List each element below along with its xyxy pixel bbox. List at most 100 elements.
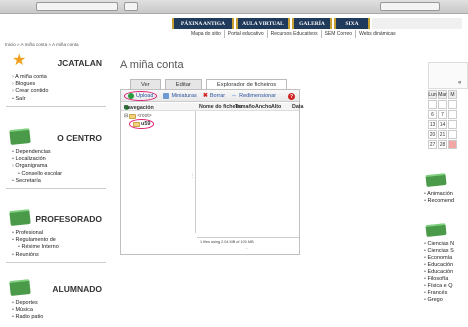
resize-label: Redimensionar	[239, 92, 277, 99]
thumbnails-button[interactable]: Miniaturas	[163, 92, 197, 99]
nav-paxina-antiga[interactable]: PÁXINA ANTIGA	[172, 18, 234, 29]
sidebar-item-account[interactable]: A miña conta	[12, 74, 106, 81]
calendar-day[interactable]: 28	[438, 140, 447, 149]
calendar-blank-cell	[448, 100, 457, 109]
help-icon[interactable]: ?	[288, 93, 295, 100]
calendar-day[interactable]: 27	[428, 140, 437, 149]
right-item[interactable]: Economía	[424, 255, 454, 262]
sidebar-item-radio[interactable]: Radio patio	[12, 314, 106, 321]
sidebar-item-regulamento-cont[interactable]: Réxime Interno	[18, 244, 106, 251]
top-bar-button[interactable]	[124, 2, 138, 11]
calendar-day[interactable]: 14	[438, 120, 447, 129]
upload-button[interactable]: Upload	[124, 90, 158, 101]
tree-folder-u59[interactable]: u59	[129, 119, 155, 129]
sidebar-item-secretaria[interactable]: Secretaría	[12, 178, 106, 185]
resize-handle[interactable]: ...	[245, 245, 248, 250]
sidebar-item-profesional[interactable]: Profesional	[12, 230, 106, 237]
navigation-pane: ⊟ <root> u59 ⋮	[121, 111, 196, 233]
top-bar	[0, 0, 468, 14]
col-height[interactable]: Alto	[271, 104, 281, 110]
calendar-blank-cell	[438, 100, 447, 109]
calendar: « Lun Mar M 6 7 13 14 20 21 27 28	[428, 62, 468, 162]
right-item[interactable]: Física e Q	[424, 283, 454, 290]
sidebar-box-alumnado: ALUMNADO Deportes Música Radio patio	[6, 278, 106, 322]
right-item[interactable]: Ciencias N	[424, 241, 454, 248]
calendar-prev[interactable]: «	[458, 80, 461, 86]
badge-icon	[9, 127, 31, 146]
sidebar-item-organigrama[interactable]: Organigrama	[12, 163, 106, 170]
sidebar-item-regulamento[interactable]: Regulamento de	[12, 237, 106, 244]
top-bar-field-right[interactable]	[380, 2, 440, 11]
box-title-profesorado: PROFESORADO	[35, 214, 102, 224]
sidebar-item-blogs[interactable]: Blogues	[12, 81, 106, 88]
delete-label: Borrar	[209, 92, 226, 99]
day-head: Lun	[428, 90, 437, 99]
star-icon: ★	[12, 52, 27, 69]
col-date[interactable]: Data	[292, 104, 303, 110]
day-head: M	[448, 90, 457, 99]
nav-aula-virtual[interactable]: AULA VIRTUAL	[236, 18, 290, 29]
box-title-alumnado: ALUMNADO	[52, 284, 102, 294]
delete-icon: ✖	[202, 93, 208, 99]
status-bar: 1 files using 2.04 MB of 100 MB ...	[197, 237, 299, 250]
sidebar-item-logout[interactable]: Saír	[12, 96, 106, 103]
col-width[interactable]: Ancho	[255, 104, 271, 110]
right-item[interactable]: Animación	[424, 191, 454, 198]
sidebar-item-musica[interactable]: Música	[12, 307, 106, 314]
nav-sixa[interactable]: SIXA	[334, 18, 370, 29]
calendar-day[interactable]	[448, 130, 457, 139]
sidebar-box-centro: O CENTRO Dependencias Localización Organ…	[6, 127, 106, 189]
right-item[interactable]: Filosofía	[424, 276, 454, 283]
calendar-day-today[interactable]	[448, 140, 457, 149]
resize-button[interactable]: ⇔ Redimensionar	[231, 93, 276, 99]
sidebar-item-reunions[interactable]: Reunións	[12, 252, 106, 259]
link-correo[interactable]: SEM Correo	[322, 30, 357, 38]
sidebar-item-dependencias[interactable]: Dependencias	[12, 149, 106, 156]
right-item[interactable]: Grego	[424, 297, 454, 304]
badge-icon	[425, 222, 447, 238]
sidebar-box-profesorado: PROFESORADO Profesional Regulamento de R…	[6, 208, 106, 263]
box-title-user: JCATALAN	[57, 58, 102, 68]
pane-resize-handle[interactable]: ⋮	[190, 173, 195, 179]
tab-editar[interactable]: Editar	[164, 79, 202, 89]
file-toolbar: Upload Miniaturas ✖ Borrar ⇔ Redimension…	[121, 90, 299, 102]
badge-icon	[9, 278, 31, 297]
link-webs[interactable]: Webs dinámicas	[356, 30, 399, 38]
tab-ver[interactable]: Ver	[130, 79, 161, 89]
thumbnails-icon	[163, 92, 170, 99]
right-item[interactable]: Recomend	[424, 198, 454, 205]
calendar-day[interactable]: 21	[438, 130, 447, 139]
calendar-day[interactable]: 7	[438, 110, 447, 119]
calendar-day[interactable]: 13	[428, 120, 437, 129]
main-nav: PÁXINA ANTIGA AULA VIRTUAL GALERÍA SIXA	[172, 18, 462, 29]
top-bar-field[interactable]	[36, 2, 118, 11]
sidebar-item-consello[interactable]: Consello escolar	[18, 171, 106, 178]
delete-button[interactable]: ✖ Borrar	[202, 92, 226, 100]
tree-root[interactable]: ⊟ <root>	[124, 113, 152, 119]
link-recursos[interactable]: Recursos Educativos	[268, 30, 322, 38]
right-item[interactable]: Educación	[424, 269, 454, 276]
right-item[interactable]: Ciencias S	[424, 248, 454, 255]
calendar-day[interactable]: 20	[428, 130, 437, 139]
badge-icon	[9, 208, 31, 227]
day-head: Mar	[438, 90, 447, 99]
nav-filler	[372, 18, 462, 29]
calendar-day[interactable]	[448, 120, 457, 129]
calendar-blank-cell	[428, 100, 437, 109]
box-title-centro: O CENTRO	[57, 133, 102, 143]
badge-icon	[425, 172, 447, 188]
quota-status: 1 files using 2.04 MB of 100 MB	[200, 240, 254, 244]
right-item[interactable]: Francés	[424, 290, 454, 297]
upload-label: Upload	[136, 92, 154, 99]
col-size[interactable]: Tamaño	[235, 104, 255, 110]
nav-galeria[interactable]: GALERÍA	[292, 18, 332, 29]
link-portal[interactable]: Portal educativo	[225, 30, 268, 38]
sidebar-item-deportes[interactable]: Deportes	[12, 300, 106, 307]
calendar-day[interactable]: 6	[428, 110, 437, 119]
sidebar-item-localizacion[interactable]: Localización	[12, 156, 106, 163]
sidebar-item-create[interactable]: Crear contido	[12, 88, 106, 95]
link-mapa[interactable]: Mapa do sitio	[188, 30, 225, 38]
folder-icon	[133, 121, 140, 127]
right-item[interactable]: Educación	[424, 262, 454, 269]
calendar-day[interactable]	[448, 110, 457, 119]
